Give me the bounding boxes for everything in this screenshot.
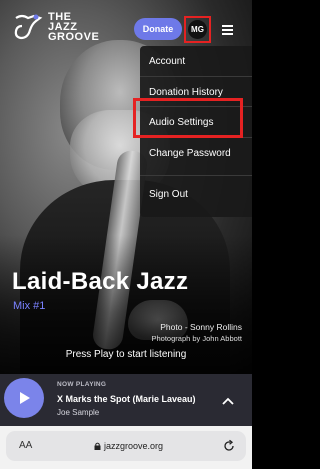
- menu-item-account[interactable]: Account: [149, 51, 185, 71]
- avatar-highlight-box: MG: [184, 16, 211, 43]
- url-text: jazzgroove.org: [104, 441, 164, 451]
- avatar-button[interactable]: MG: [188, 20, 207, 39]
- now-playing-bar: NOW PLAYING X Marks the Spot (Marie Lave…: [0, 374, 252, 426]
- photographer-credit: Photograph by John Abbott: [151, 334, 243, 343]
- jazz-groove-logo[interactable]: THE JAZZ GROOVE: [12, 10, 117, 44]
- address-bar[interactable]: AA jazzgroove.org: [6, 431, 246, 461]
- hamburger-icon[interactable]: [222, 25, 233, 35]
- url-display[interactable]: jazzgroove.org: [94, 441, 163, 451]
- menu-item-change-password[interactable]: Change Password: [149, 143, 231, 163]
- play-button[interactable]: [4, 378, 44, 418]
- menu-item-sign-out[interactable]: Sign Out: [149, 184, 188, 204]
- track-title: X Marks the Spot (Marie Laveau): [57, 394, 196, 404]
- donate-button[interactable]: Donate: [134, 18, 182, 40]
- top-bar: THE JAZZ GROOVE Donate MG: [0, 0, 252, 50]
- reload-icon[interactable]: [222, 439, 236, 453]
- track-artist: Joe Sample: [57, 408, 100, 417]
- account-dropdown-menu: Account Donation History Audio Settings …: [140, 46, 252, 217]
- saxophone-logo-icon: [14, 14, 43, 40]
- menu-item-audio-settings[interactable]: Audio Settings: [149, 112, 214, 132]
- play-icon: [20, 392, 30, 404]
- mix-label: Mix #1: [13, 300, 46, 312]
- photo-credit: Photo - Sonny Rollins: [160, 322, 242, 332]
- browser-bar: AA jazzgroove.org: [0, 426, 252, 469]
- menu-item-donation-history[interactable]: Donation History: [149, 82, 223, 102]
- lock-icon: [94, 442, 101, 450]
- now-playing-label: NOW PLAYING: [57, 381, 107, 388]
- page-title: Laid-Back Jazz: [12, 268, 189, 295]
- play-prompt: Press Play to start listening: [65, 349, 187, 360]
- text-size-button[interactable]: AA: [19, 440, 32, 451]
- chevron-up-icon[interactable]: [222, 396, 234, 406]
- logo-text: THE JAZZ GROOVE: [48, 11, 100, 43]
